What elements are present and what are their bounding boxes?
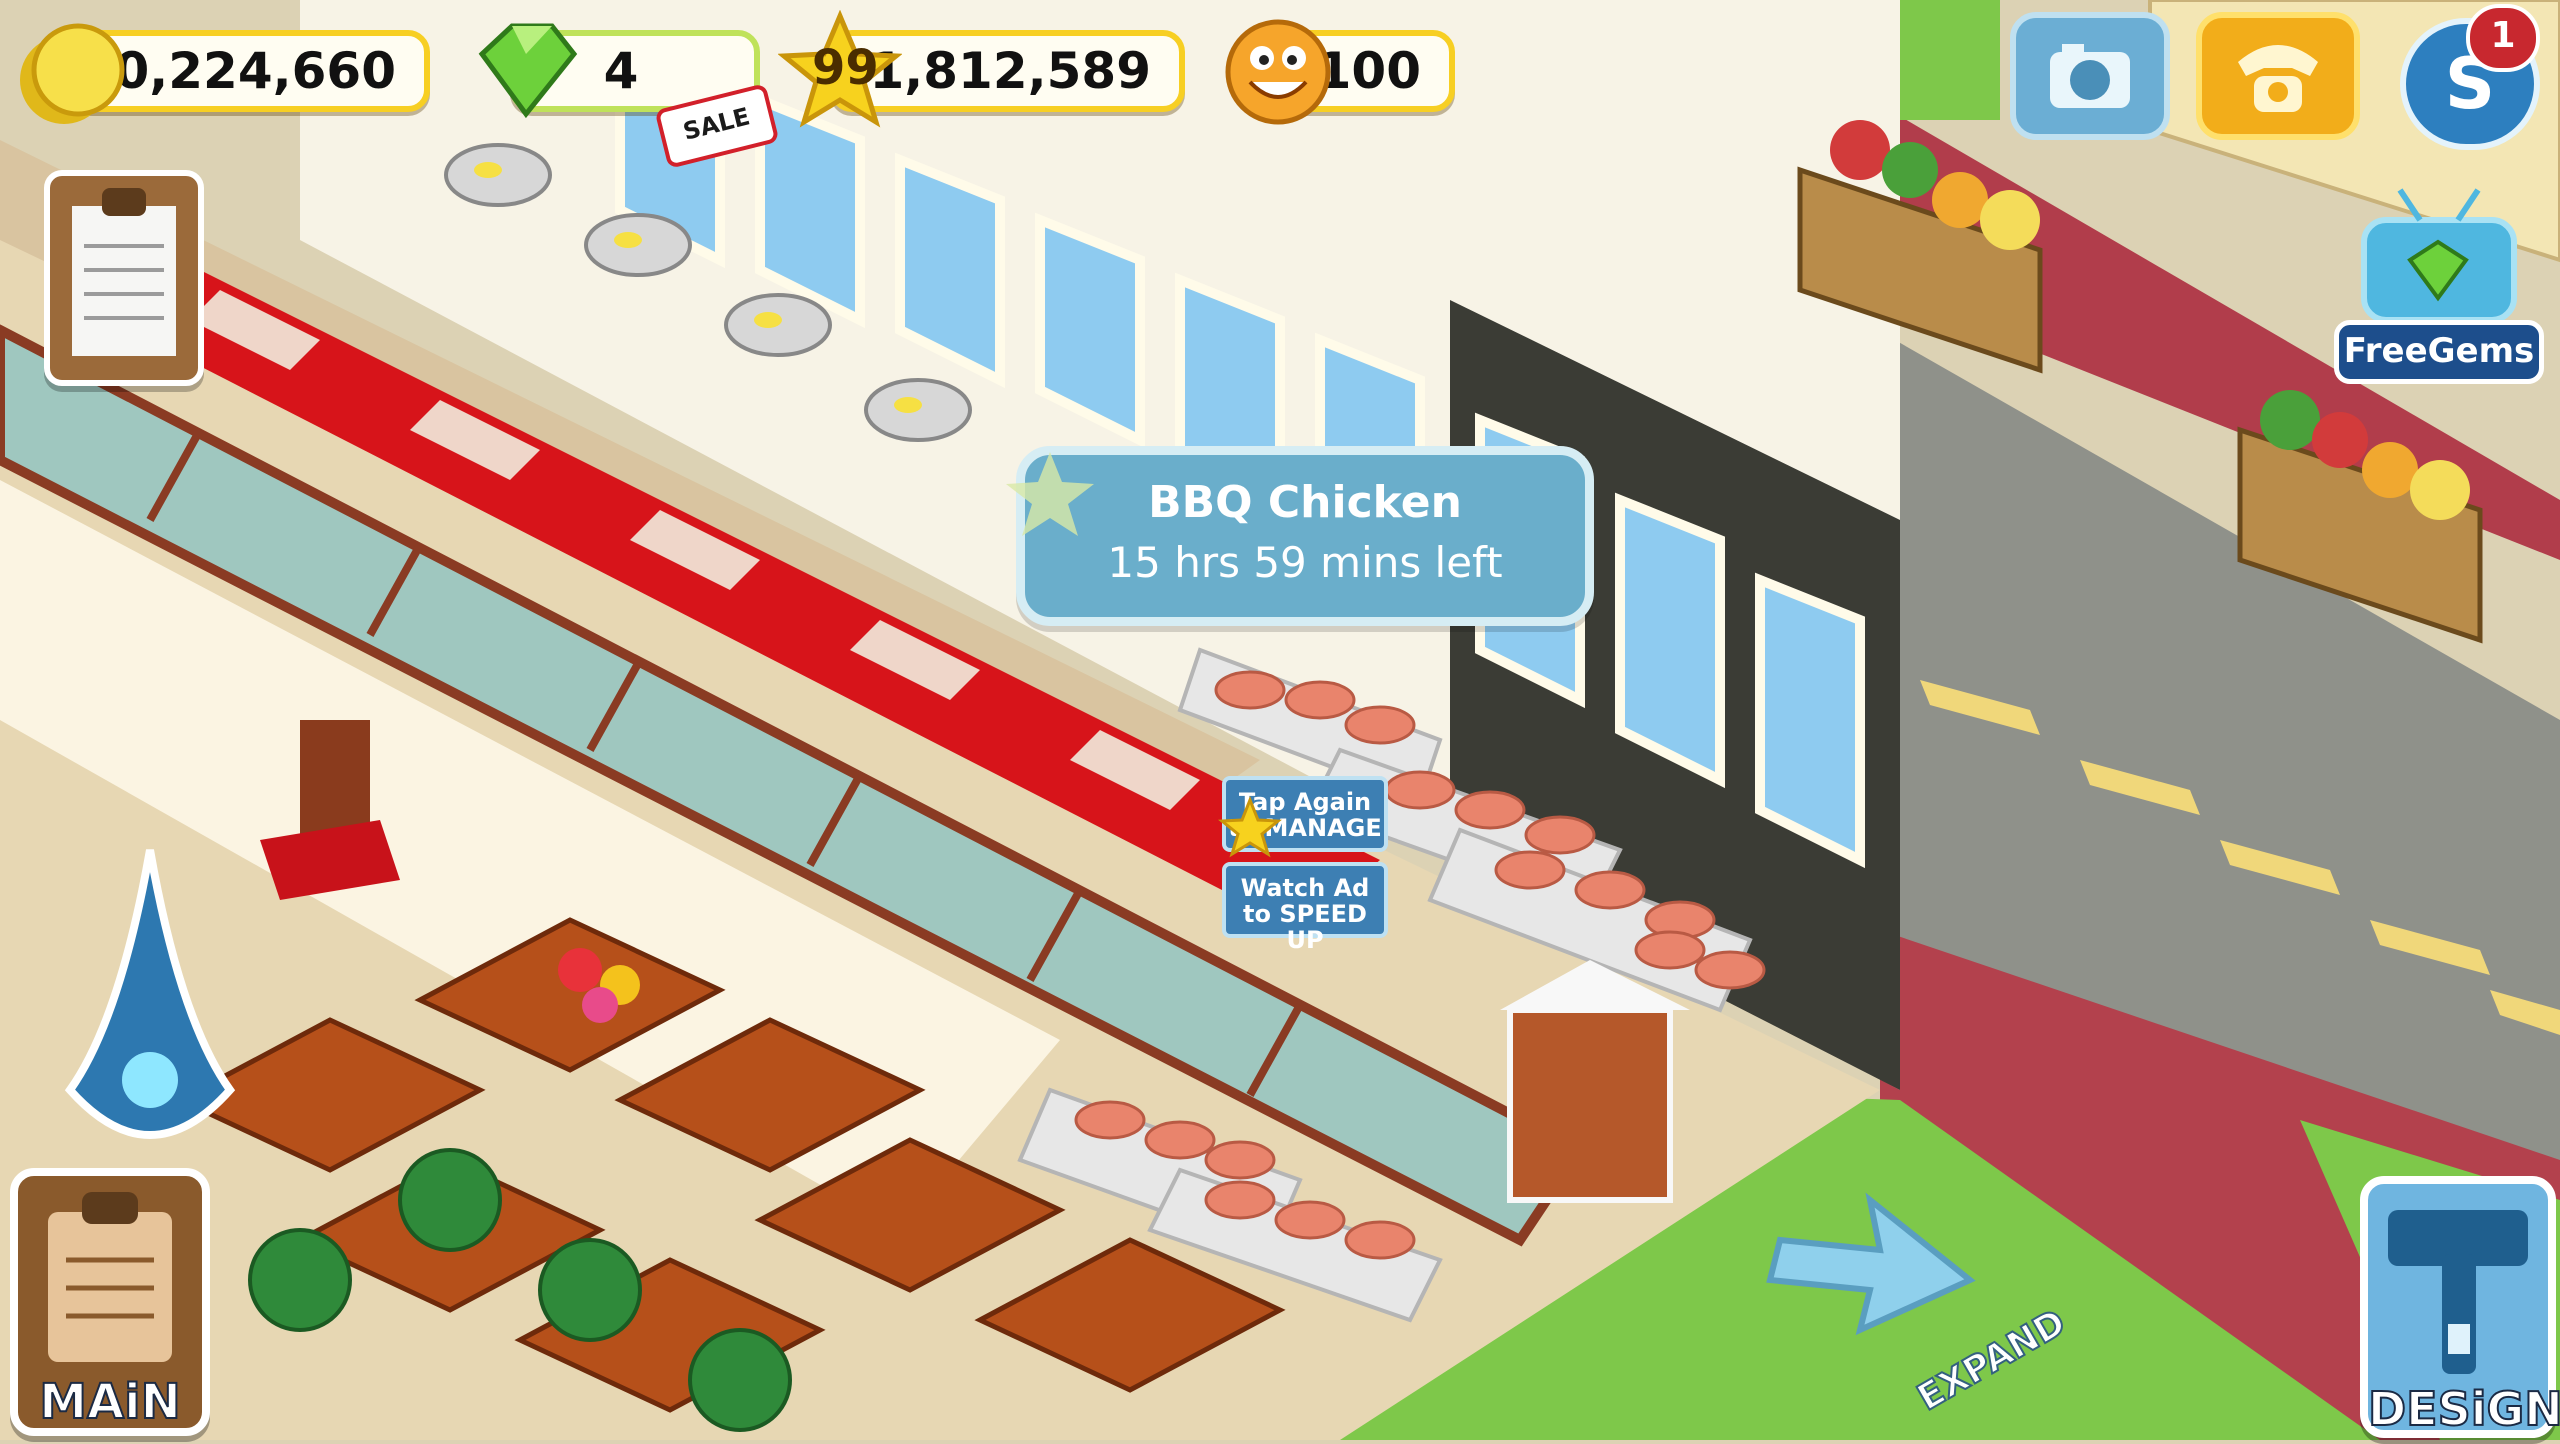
restaurant-scene[interactable] [0, 0, 2560, 1440]
notification-badge: 1 [2466, 4, 2540, 72]
phone-icon [2238, 45, 2318, 112]
speed-up-button[interactable]: Watch Ad to SPEED UP [1222, 862, 1388, 953]
dish-name: BBQ Chicken [1148, 477, 1462, 528]
camera-button[interactable] [2010, 12, 2170, 140]
time-remaining: 15 hrs 59 mins left [1107, 538, 1503, 587]
clipboard-icon [72, 188, 176, 356]
orders-clipboard-button[interactable] [44, 170, 204, 386]
coin-icon [20, 23, 125, 124]
game-world[interactable] [0, 0, 2560, 1440]
free-gems-button[interactable]: FreeGems [2330, 180, 2550, 390]
design-button[interactable]: DESiGN [2360, 1176, 2560, 1438]
star-level: 99 [812, 40, 879, 96]
main-clipboard-icon [48, 1192, 172, 1362]
hammer-icon [2388, 1210, 2528, 1374]
main-menu-button[interactable]: MAiN [10, 1168, 210, 1436]
smiley-face-icon [1225, 19, 1331, 125]
main-label: MAiN [38, 1373, 182, 1431]
tooltip-star-icon [1006, 452, 1094, 536]
free-gems-label: FreeGems [2334, 320, 2544, 384]
tv-gem-icon [2361, 188, 2517, 323]
gem-icon [478, 23, 578, 119]
design-label: DESiGN [2367, 1381, 2560, 1437]
camera-icon [2050, 44, 2130, 108]
manage-star-icon [1218, 796, 1282, 858]
gingerbread-house [1500, 960, 1690, 1203]
cooking-tooltip: BBQ Chicken 15 hrs 59 mins left [1016, 446, 1594, 626]
phone-button[interactable] [2196, 12, 2360, 140]
